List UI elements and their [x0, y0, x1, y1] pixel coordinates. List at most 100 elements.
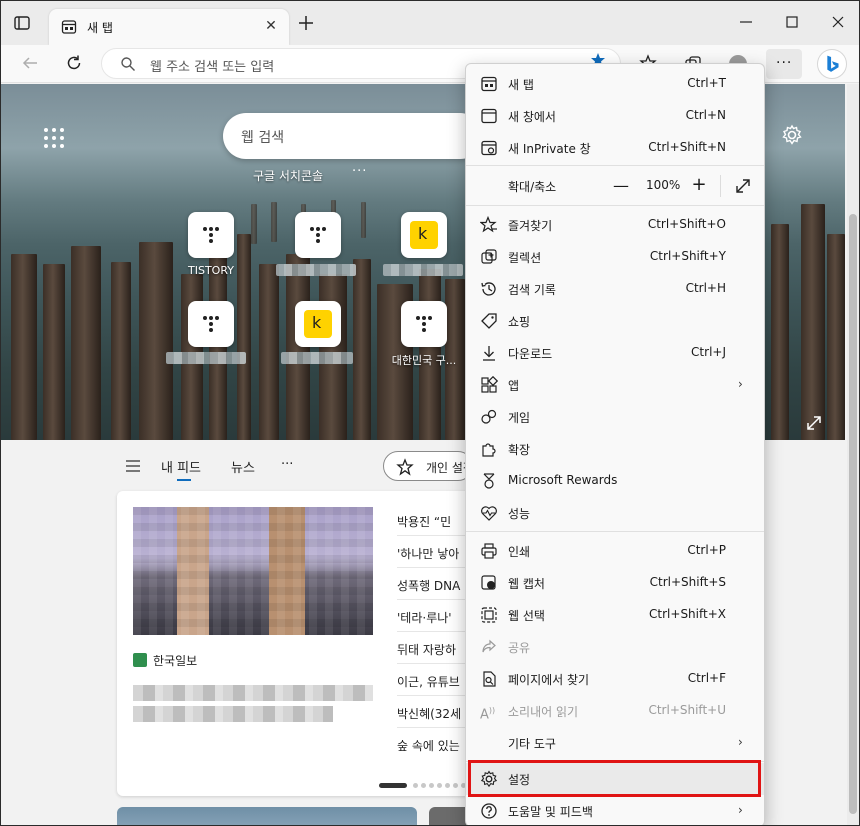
quick-link-tile[interactable]: k [295, 301, 341, 347]
headline-item[interactable]: 뒤태 자랑하 [397, 641, 456, 658]
tab-strip: 새 탭 ✕ [1, 1, 859, 45]
menu-item-read-aloud[interactable]: A)) 소리내어 읽기 Ctrl+Shift+U [466, 695, 764, 727]
print-icon [481, 543, 497, 559]
web-search-box[interactable]: 웹 검색 [223, 113, 483, 159]
tab-my-feed[interactable]: 내 피드 [161, 457, 201, 476]
menu-item-new-window[interactable]: 새 창에서 Ctrl+N [466, 100, 764, 132]
quick-link-tile[interactable] [401, 301, 447, 347]
tab-news[interactable]: 뉴스 [231, 457, 255, 476]
headline-item[interactable]: 이근, 유튜브 [397, 673, 460, 690]
performance-icon [481, 506, 497, 521]
menu-item-new-tab[interactable]: 새 탭 Ctrl+T [466, 68, 764, 100]
headline-item[interactable]: 숲 속에 있는 [397, 737, 460, 754]
new-window-icon [481, 108, 497, 124]
app-launcher-icon[interactable] [43, 127, 65, 149]
search-more-button[interactable]: ··· [352, 164, 367, 179]
browser-window: 새 탭 ✕ 웹 주소 검색 또는 입력 ··· 웹 검색 구글 서치콘솔 ···… [0, 0, 860, 826]
rewards-icon [483, 473, 495, 489]
history-icon [481, 282, 496, 296]
quick-link-tile[interactable]: k [401, 212, 447, 258]
personalize-button[interactable]: 개인 설정 [383, 451, 474, 481]
help-icon [481, 803, 497, 819]
tistory-icon [416, 316, 432, 332]
settings-and-more-menu: 새 탭 Ctrl+T 새 창에서 Ctrl+N 새 InPrivate 창 Ct… [465, 63, 765, 825]
menu-item-share[interactable]: 공유 [466, 631, 764, 663]
menu-item-apps[interactable]: 앱 › [466, 369, 764, 401]
menu-item-shopping[interactable]: 쇼핑 [466, 305, 764, 337]
quick-link-label: TISTORY [188, 264, 234, 277]
zoom-out-button[interactable]: — [612, 177, 630, 195]
settings-highlight-box [468, 760, 761, 797]
quick-link-tile[interactable] [188, 301, 234, 347]
hamburger-menu-icon[interactable] [125, 459, 141, 473]
menu-item-new-inprivate[interactable]: 새 InPrivate 창 Ctrl+Shift+N [466, 132, 764, 164]
chevron-right-icon: › [738, 377, 743, 391]
menu-item-print[interactable]: 인쇄 Ctrl+P [466, 535, 764, 567]
favorites-icon [480, 216, 497, 233]
settings-and-more-button[interactable]: ··· [766, 49, 802, 79]
menu-item-find-on-page[interactable]: 페이지에서 찾기 Ctrl+F [466, 663, 764, 695]
menu-item-web-select[interactable]: 웹 선택 Ctrl+Shift+X [466, 599, 764, 631]
scrollbar-thumb[interactable] [849, 214, 857, 814]
menu-item-rewards[interactable]: Microsoft Rewards [466, 465, 764, 497]
back-arrow-icon[interactable] [21, 54, 39, 72]
publisher-name: 한국일보 [153, 654, 198, 668]
active-tab-indicator [177, 479, 191, 481]
menu-item-extensions[interactable]: 확장 [466, 433, 764, 465]
news-card[interactable] [117, 807, 417, 825]
kakao-icon: k [304, 310, 332, 338]
shopping-tag-icon [481, 313, 497, 329]
zoom-in-button[interactable]: + [690, 176, 708, 194]
window-close-icon[interactable] [829, 13, 847, 31]
expand-background-icon[interactable] [805, 414, 823, 432]
headline-item[interactable]: '하나만 낳아 [397, 545, 459, 562]
blurred-label [383, 264, 463, 276]
news-card[interactable] [429, 807, 469, 825]
menu-item-more-tools[interactable]: 기타 도구 › [466, 727, 764, 759]
menu-item-web-capture[interactable]: 웹 캡처 Ctrl+Shift+S [466, 567, 764, 599]
new-tab-plus-icon[interactable] [297, 14, 315, 32]
maximize-icon[interactable] [783, 13, 801, 31]
news-card[interactable]: 한국일보 박용진 “민 '하나만 낳아 성폭행 DNA '테라·루나' 뒤태 자… [117, 491, 477, 796]
share-icon [482, 639, 496, 653]
feed-more-button[interactable]: ··· [281, 457, 293, 472]
headline-item[interactable]: 박용진 “민 [397, 513, 451, 530]
blurred-label [166, 352, 246, 364]
zoom-level: 100% [646, 178, 681, 192]
quick-link-tile[interactable] [188, 212, 234, 258]
download-icon [483, 346, 495, 361]
carousel-dots[interactable] [379, 783, 469, 789]
menu-item-favorites[interactable]: 즐겨찾기 Ctrl+Shift+O [466, 209, 764, 241]
page-settings-gear-icon[interactable] [781, 124, 803, 146]
find-icon [483, 671, 496, 687]
headline-item[interactable]: 박신혜(32세 [397, 705, 461, 722]
menu-item-downloads[interactable]: 다운로드 Ctrl+J [466, 337, 764, 369]
personalize-icon [396, 458, 414, 476]
headline-item[interactable]: 성폭행 DNA [397, 577, 460, 594]
address-placeholder: 웹 주소 검색 또는 입력 [150, 60, 275, 75]
menu-item-performance[interactable]: 성능 [466, 497, 764, 529]
games-icon [481, 409, 497, 424]
tab-new-tab[interactable]: 새 탭 ✕ [49, 9, 289, 45]
blurred-label [276, 264, 356, 276]
refresh-icon[interactable] [64, 53, 84, 73]
blurred-headline [133, 706, 333, 722]
new-tab-favicon-icon [61, 20, 77, 34]
chevron-right-icon: › [738, 735, 743, 749]
menu-item-history[interactable]: 검색 기록 Ctrl+H [466, 273, 764, 305]
headline-item[interactable]: '테라·루나' [397, 609, 452, 626]
fullscreen-icon[interactable] [734, 177, 752, 195]
recent-search-link[interactable]: 구글 서치콘솔 [253, 167, 323, 184]
menu-item-games[interactable]: 게임 [466, 401, 764, 433]
more-dots-icon: ··· [776, 55, 793, 71]
minimize-icon[interactable] [737, 13, 755, 31]
web-capture-icon [481, 575, 496, 590]
bing-copilot-icon[interactable] [817, 49, 847, 79]
quick-link-tile[interactable] [295, 212, 341, 258]
tistory-icon [203, 316, 219, 332]
apps-icon [481, 376, 498, 393]
tab-actions-icon[interactable] [13, 14, 31, 32]
menu-item-collections[interactable]: 컬렉션 Ctrl+Shift+Y [466, 241, 764, 273]
tab-close-icon[interactable]: ✕ [263, 18, 279, 34]
menu-item-help-feedback[interactable]: 도움말 및 피드백 › [466, 795, 764, 825]
